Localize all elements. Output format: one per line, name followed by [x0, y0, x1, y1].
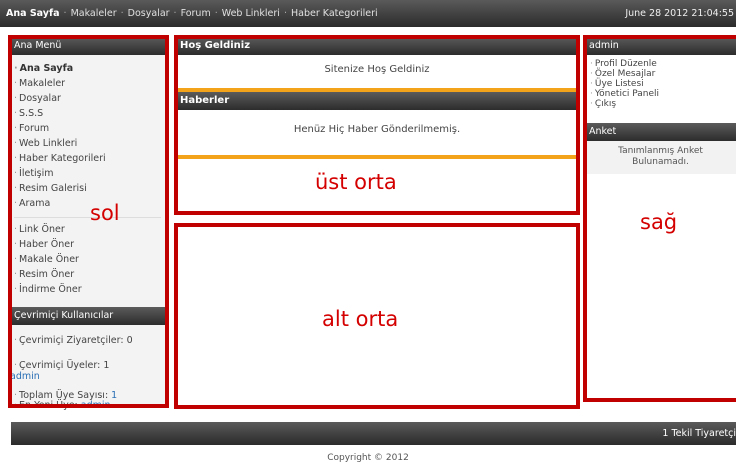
user-link-logout[interactable]: Çıkış: [590, 99, 736, 109]
newest-member-row: En Yeni Üye: admin: [10, 400, 165, 411]
top-navigation-bar: Ana Sayfa · Makaleler · Dosyalar · Forum · Web L…: [0, 0, 736, 27]
top-nav: Ana Sayfa · Makaleler · Dosyalar · Forum · Web L…: [6, 8, 378, 19]
menu-item-web-links[interactable]: Web Linkleri: [14, 136, 165, 151]
nav-separator: ·: [173, 8, 177, 19]
annotation-label-top-center: üst orta: [315, 170, 397, 194]
nav-separator: ·: [214, 8, 218, 19]
online-visitors: Çevrimiçi Ziyaretçiler: 0: [10, 335, 165, 346]
news-empty-text: Henüz Hiç Haber Gönderilmemiş.: [293, 124, 461, 135]
menu-item-photo-gallery[interactable]: Resim Galerisi: [14, 181, 165, 196]
newest-member-label: En Yeni Üye:: [19, 400, 78, 411]
welcome-header: Hoş Geldiniz: [176, 37, 578, 55]
datetime-display: June 28 2012 21:04:55: [625, 8, 734, 19]
menu-item-articles[interactable]: Makaleler: [14, 76, 165, 91]
newest-member-link[interactable]: admin: [81, 400, 111, 411]
copyright-text: Copyright © 2012: [327, 453, 409, 463]
nav-home-link[interactable]: Ana Sayfa: [6, 8, 60, 19]
poll-empty-text-line1: Tanımlanmış Anket: [618, 146, 703, 156]
nav-articles-link[interactable]: Makaleler: [71, 8, 117, 19]
user-link-admin-panel[interactable]: Yönetici Paneli: [590, 89, 736, 99]
nav-forum-link[interactable]: Forum: [181, 8, 211, 19]
poll-header: Anket: [585, 123, 736, 141]
annotation-label-left: sol: [90, 201, 120, 225]
main-menu-header: Ana Menü: [10, 37, 165, 55]
left-column: Ana Menü Ana Sayfa Makaleler Dosyalar S.…: [10, 37, 165, 411]
user-panel-header: admin: [585, 37, 736, 55]
online-member-name-row: admin: [10, 371, 165, 382]
menu-item-faq[interactable]: S.S.S: [14, 106, 165, 121]
online-members: Çevrimiçi Üyeler: 1: [10, 360, 165, 371]
submit-menu-list: Link Öner Haber Öner Makale Öner Resim Ö…: [10, 222, 165, 297]
online-users-header: Çevrimiçi Kullanıcılar: [10, 307, 165, 325]
user-link-member-list[interactable]: Üye Listesi: [590, 79, 736, 89]
menu-item-files[interactable]: Dosyalar: [14, 91, 165, 106]
main-menu-list: Ana Sayfa Makaleler Dosyalar S.S.S Forum…: [10, 55, 165, 211]
menu-item-submit-download[interactable]: İndirme Öner: [14, 282, 165, 297]
nav-separator: ·: [283, 8, 287, 19]
user-link-edit-profile[interactable]: Profil Düzenle: [590, 59, 736, 69]
news-header: Haberler: [176, 92, 578, 110]
footer-visitor-count: 1 Tekil Tiyaretçi: [662, 428, 736, 439]
orange-divider: [176, 155, 578, 159]
nav-web-links-link[interactable]: Web Linkleri: [222, 8, 280, 19]
nav-separator: ·: [63, 8, 67, 19]
menu-item-home[interactable]: Ana Sayfa: [14, 61, 165, 76]
menu-item-submit-article[interactable]: Makale Öner: [14, 252, 165, 267]
total-members-value: 1: [111, 390, 118, 401]
nav-news-categories-link[interactable]: Haber Kategorileri: [291, 8, 378, 19]
poll-empty-text-line2: Bulunamadı.: [632, 157, 689, 167]
menu-item-forum[interactable]: Forum: [14, 121, 165, 136]
user-links-list: Profil Düzenle Özel Mesajlar Üye Listesi…: [585, 55, 736, 109]
menu-divider: [14, 217, 161, 218]
online-member-link[interactable]: admin: [10, 371, 40, 382]
annotation-label-bottom-center: alt orta: [322, 307, 399, 331]
menu-item-contact[interactable]: İletişim: [14, 166, 165, 181]
nav-separator: ·: [120, 8, 124, 19]
annotation-label-right: sağ: [640, 210, 678, 234]
menu-item-submit-news[interactable]: Haber Öner: [14, 237, 165, 252]
poll-body: Tanımlanmış Anket Bulunamadı.: [585, 141, 736, 174]
user-link-private-messages[interactable]: Özel Mesajlar: [590, 69, 736, 79]
footer-bar: 1 Tekil Tiyaretçi: [11, 422, 736, 445]
menu-item-submit-photo[interactable]: Resim Öner: [14, 267, 165, 282]
welcome-text: Sitenize Hoş Geldiniz: [324, 64, 430, 75]
nav-files-link[interactable]: Dosyalar: [128, 8, 170, 19]
menu-item-news-categories[interactable]: Haber Kategorileri: [14, 151, 165, 166]
